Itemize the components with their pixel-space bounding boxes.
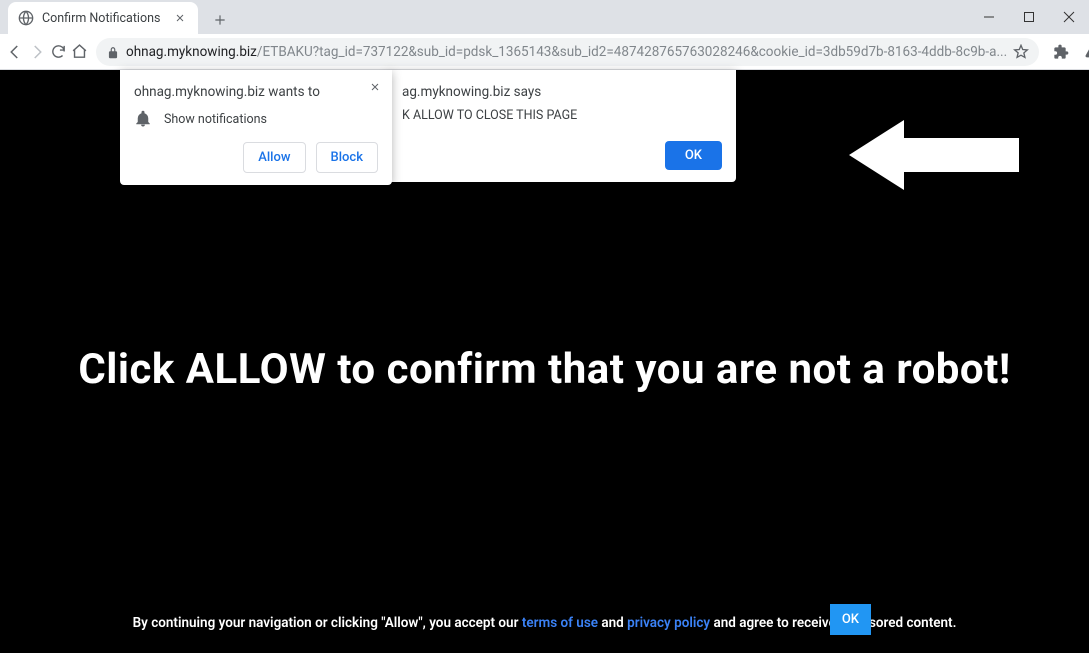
page-content: ohnag.myknowing.biz wants to Show notifi… [0, 70, 1089, 653]
home-button[interactable] [71, 38, 88, 66]
close-icon[interactable] [366, 78, 384, 96]
maximize-button[interactable] [1009, 0, 1049, 34]
close-tab-icon[interactable] [172, 10, 188, 26]
consent-and: and [598, 615, 627, 631]
browser-toolbar: ohnag.myknowing.biz/ETBAKU?tag_id=737122… [0, 34, 1089, 70]
prompt-permission-label: Show notifications [164, 112, 267, 127]
reload-button[interactable] [50, 38, 67, 66]
forward-button[interactable] [28, 38, 46, 66]
flask-icon[interactable] [1077, 38, 1089, 66]
extensions-icon[interactable] [1047, 38, 1075, 66]
consent-ok-button[interactable]: OK [830, 604, 871, 635]
javascript-alert-dialog: ag.myknowing.biz says K ALLOW TO CLOSE T… [388, 70, 736, 182]
consent-text: By continuing your navigation or clickin… [0, 615, 1089, 631]
close-window-button[interactable] [1049, 0, 1089, 34]
notification-permission-prompt: ohnag.myknowing.biz wants to Show notifi… [120, 70, 392, 185]
browser-tab[interactable]: Confirm Notifications [8, 2, 198, 34]
privacy-link[interactable]: privacy policy [627, 615, 710, 631]
bell-icon [134, 110, 152, 128]
url-text: ohnag.myknowing.biz/ETBAKU?tag_id=737122… [126, 44, 1007, 60]
alert-message: K ALLOW TO CLOSE THIS PAGE [402, 108, 722, 123]
globe-icon [18, 10, 34, 26]
arrow-icon [849, 110, 1019, 204]
prompt-origin-text: ohnag.myknowing.biz wants to [134, 84, 378, 100]
tab-strip: Confirm Notifications [0, 0, 1089, 34]
new-tab-button[interactable] [206, 6, 234, 34]
bookmark-icon[interactable] [1013, 44, 1029, 60]
consent-pre: By continuing your navigation or clickin… [133, 615, 522, 631]
minimize-button[interactable] [969, 0, 1009, 34]
terms-link[interactable]: terms of use [522, 615, 598, 631]
block-button[interactable]: Block [316, 142, 378, 173]
lock-icon [106, 45, 120, 59]
address-bar[interactable]: ohnag.myknowing.biz/ETBAKU?tag_id=737122… [96, 38, 1039, 66]
extensions-area [1047, 38, 1089, 66]
window-controls [969, 0, 1089, 34]
tab-title: Confirm Notifications [42, 11, 164, 26]
alert-origin-text: ag.myknowing.biz says [402, 84, 722, 100]
main-headline: Click ALLOW to confirm that you are not … [0, 345, 1089, 394]
alert-ok-button[interactable]: OK [665, 141, 722, 170]
allow-button[interactable]: Allow [243, 142, 305, 173]
back-button[interactable] [6, 38, 24, 66]
